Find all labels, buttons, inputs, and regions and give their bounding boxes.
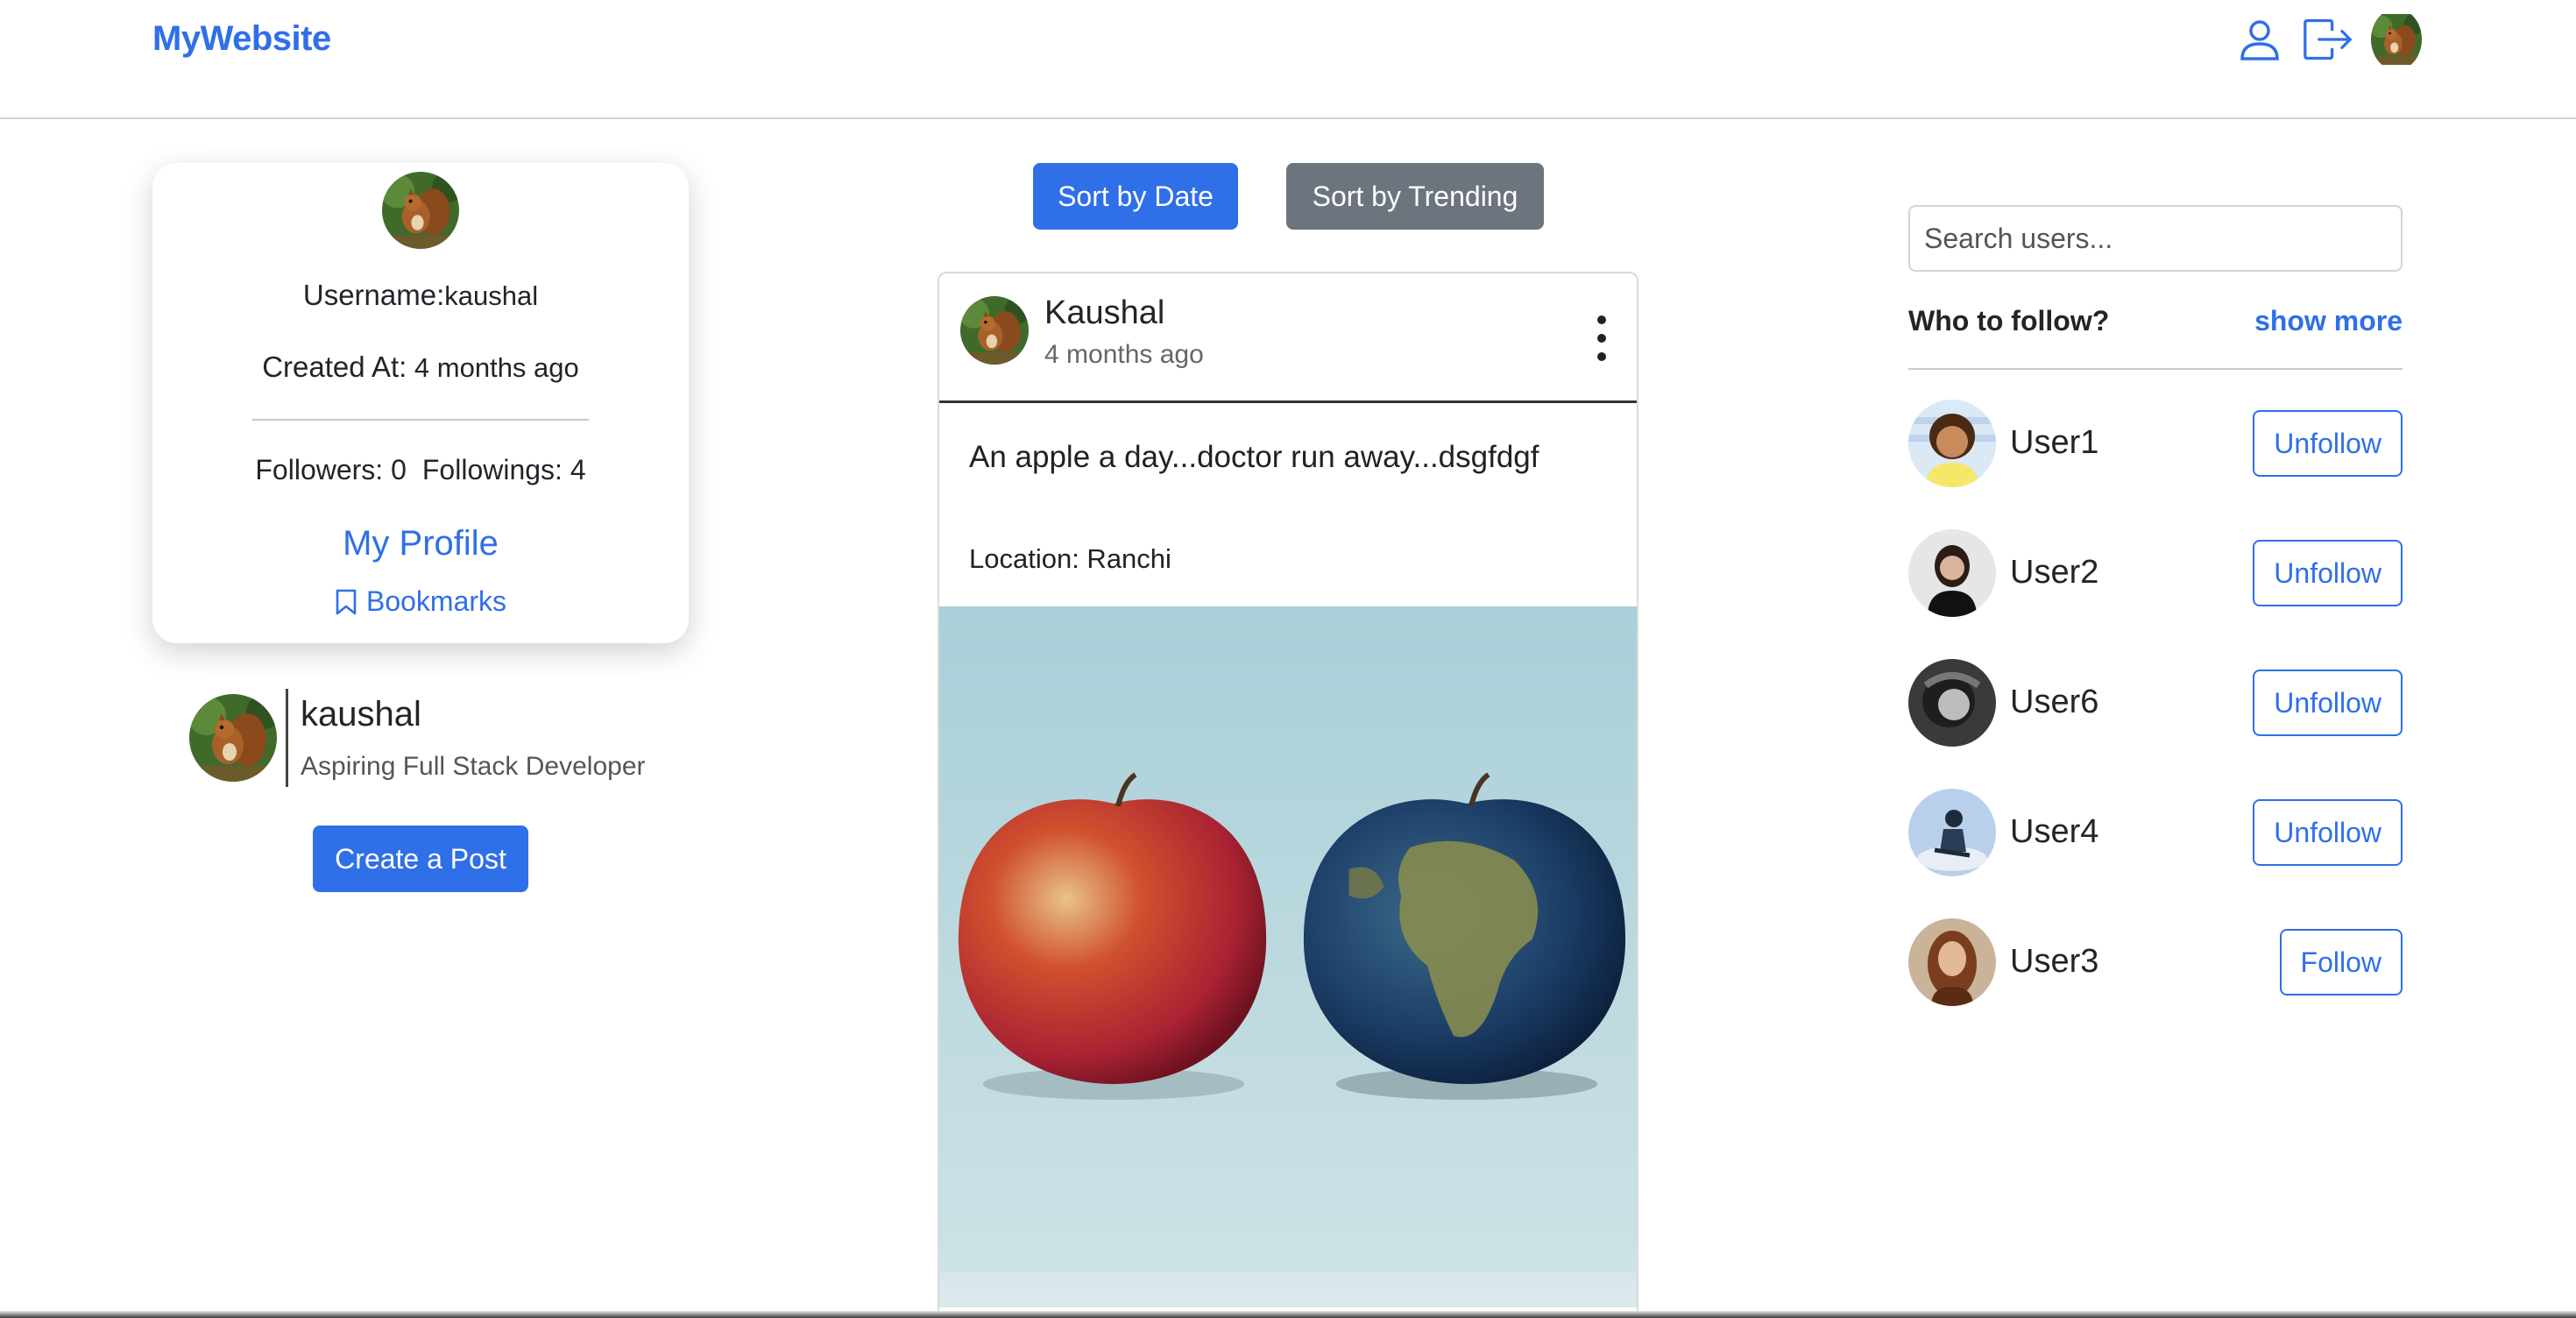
bio-description: Aspiring Full Stack Developer	[301, 751, 646, 781]
navbar: MyWebsite	[0, 0, 2576, 119]
post-author[interactable]: Kaushal	[1044, 294, 1164, 332]
user-bio: kaushal Aspiring Full Stack Developer	[189, 689, 646, 787]
user-name[interactable]: User4	[2010, 813, 2098, 851]
profile-divider	[252, 419, 589, 421]
logout-icon[interactable]	[2303, 14, 2353, 65]
profile-created-at: Created At: 4 months ago	[262, 351, 579, 383]
username-value: kaushal	[444, 280, 539, 311]
follow-counts: Followers: 0 Followings: 4	[152, 454, 689, 486]
post-location: Location: Ranchi	[969, 543, 1171, 574]
sidebar-divider	[1908, 368, 2403, 370]
user-icon[interactable]	[2234, 14, 2285, 65]
my-profile-link[interactable]: My Profile	[152, 524, 689, 563]
user-name[interactable]: User2	[2010, 554, 2098, 592]
bio-name: kaushal	[301, 694, 421, 733]
bookmarks-link[interactable]: Bookmarks	[152, 585, 689, 618]
follow-button[interactable]: Follow	[2279, 929, 2403, 996]
unfollow-button[interactable]: Unfollow	[2253, 540, 2403, 606]
window-bottom-edge	[0, 1311, 2576, 1318]
user-row-user4: User4 Unfollow	[1908, 789, 2403, 876]
profile-card: Username:kaushal Created At: 4 months ag…	[152, 163, 689, 643]
unfollow-button[interactable]: Unfollow	[2253, 799, 2403, 866]
avatar[interactable]	[2371, 14, 2422, 65]
search-users-input[interactable]	[1908, 205, 2403, 272]
followings-count: Followings: 4	[421, 454, 586, 485]
unfollow-button[interactable]: Unfollow	[2253, 670, 2403, 736]
post-header: Kaushal 4 months ago	[939, 273, 1637, 403]
user-name[interactable]: User6	[2010, 684, 2098, 721]
who-to-follow-heading: Who to follow?	[1908, 305, 2110, 337]
user-row-user1: User1 Unfollow	[1908, 400, 2403, 487]
brand-logo[interactable]: MyWebsite	[152, 19, 331, 59]
bio-avatar	[189, 694, 277, 782]
show-more-link[interactable]: show more	[2254, 305, 2403, 337]
bio-divider	[286, 689, 288, 787]
post-author-avatar[interactable]	[960, 296, 1029, 365]
sort-by-date-button[interactable]: Sort by Date	[1033, 163, 1238, 230]
user3-avatar[interactable]	[1908, 918, 1996, 1006]
bookmark-icon	[336, 589, 357, 614]
user1-avatar[interactable]	[1908, 400, 1996, 487]
unfollow-button[interactable]: Unfollow	[2253, 410, 2403, 477]
post-image	[939, 606, 1637, 1307]
create-post-button[interactable]: Create a Post	[313, 826, 528, 892]
nav-icons	[2234, 14, 2422, 65]
bookmarks-label: Bookmarks	[365, 585, 507, 617]
user-row-user2: User2 Unfollow	[1908, 529, 2403, 617]
user-name[interactable]: User1	[2010, 424, 2098, 462]
user-name[interactable]: User3	[2010, 943, 2098, 981]
user6-avatar[interactable]	[1908, 659, 1996, 747]
profile-username: Username:kaushal	[302, 279, 539, 311]
sort-by-trending-button[interactable]: Sort by Trending	[1286, 163, 1544, 230]
created-value: 4 months ago	[407, 352, 579, 383]
post-timestamp: 4 months ago	[1044, 340, 1204, 369]
profile-avatar	[382, 172, 459, 249]
user-row-user3: User3 Follow	[1908, 918, 2403, 1006]
more-options-icon[interactable]	[1593, 312, 1610, 365]
user2-avatar[interactable]	[1908, 529, 1996, 617]
user-row-user6: User6 Unfollow	[1908, 659, 2403, 747]
post-text: An apple a day...doctor run away...dsgfd…	[969, 440, 1539, 474]
post-card: Kaushal 4 months ago An apple a day...do…	[938, 272, 1638, 1318]
user4-avatar[interactable]	[1908, 789, 1996, 876]
followers-count: Followers: 0	[255, 454, 407, 485]
